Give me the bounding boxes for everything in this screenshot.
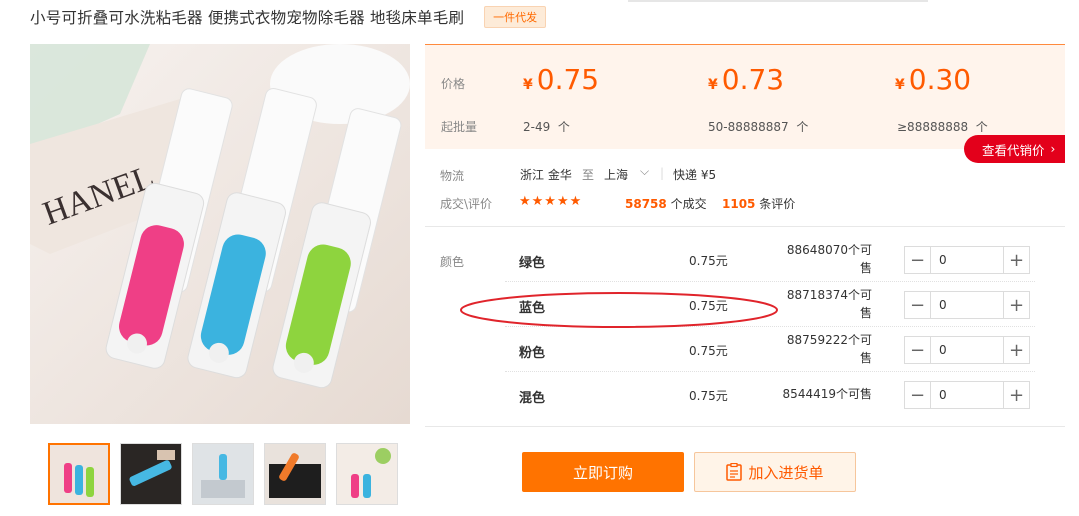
express-fee: 快递 ¥5 (673, 168, 717, 182)
main-product-image[interactable]: HANEL (30, 44, 410, 424)
currency-symbol: ¥ (708, 77, 718, 93)
product-title: 小号可折叠可水洗粘毛器 便携式衣物宠物除毛器 地毯床单毛刷 (30, 9, 465, 27)
price-tier-2: ¥0.73 (708, 63, 785, 96)
thumb-sink-icon (193, 444, 253, 504)
add-to-cart-button[interactable]: 加入进货单 (694, 452, 856, 492)
sku-price: 0.75元 (689, 254, 728, 268)
plus-icon[interactable]: + (1003, 247, 1029, 273)
divider (425, 426, 1065, 427)
price-panel: 价格 起批量 ¥0.75 ¥0.73 ¥0.30 2-49 个 50-88888… (425, 44, 1065, 149)
currency-symbol: ¥ (523, 77, 533, 93)
moq-label: 起批量 (441, 120, 478, 134)
minus-icon[interactable]: − (905, 382, 931, 408)
thumb-clothing-icon (121, 444, 181, 504)
thumb-flowers-icon (337, 444, 397, 504)
deals-label: 成交\评价 (440, 197, 493, 211)
moq-tier-3: ≥88888888 个 (897, 120, 988, 134)
sku-name: 粉色 (519, 346, 546, 361)
sku-name: 混色 (519, 391, 546, 406)
thumbnail-strip (48, 443, 398, 505)
thumbnail-4[interactable] (264, 443, 326, 505)
dropship-badge[interactable]: 一件代发 (484, 6, 547, 28)
quantity-input[interactable]: 0 (931, 292, 1003, 318)
price-label: 价格 (441, 77, 466, 91)
quantity-input[interactable]: 0 (931, 247, 1003, 273)
currency-symbol: ¥ (895, 77, 905, 93)
plus-icon[interactable]: + (1003, 337, 1029, 363)
sku-row-blue: 蓝色 0.75元 88718374个可售 − 0 + (505, 282, 1035, 327)
color-label: 颜色 (440, 255, 465, 269)
top-scrollbar[interactable] (628, 0, 928, 2)
lint-roller-illustration: HANEL (30, 44, 410, 424)
thumb-sleeve-icon (265, 444, 325, 504)
sku-stock: 88648070个可售 (786, 243, 872, 275)
clipboard-icon (726, 463, 743, 481)
logistics-label: 物流 (440, 169, 465, 183)
thumbnail-1[interactable] (48, 443, 110, 505)
sku-price: 0.75元 (689, 299, 728, 313)
minus-icon[interactable]: − (905, 337, 931, 363)
quantity-input[interactable]: 0 (931, 382, 1003, 408)
view-agent-price-button[interactable]: 查看代销价 › (964, 135, 1065, 163)
sku-stock: 88718374个可售 (786, 288, 872, 320)
plus-icon[interactable]: + (1003, 292, 1029, 318)
minus-icon[interactable]: − (905, 247, 931, 273)
rating-stars-icon: ★★★★★ (519, 194, 583, 209)
ship-to-word: 至 (582, 168, 595, 182)
quantity-stepper: − 0 + (904, 381, 1030, 409)
minus-icon[interactable]: − (905, 292, 931, 318)
plus-icon[interactable]: + (1003, 382, 1029, 408)
sku-name: 绿色 (519, 256, 546, 271)
quantity-stepper: − 0 + (904, 246, 1030, 274)
moq-tier-1: 2-49 个 (523, 120, 570, 134)
review-count[interactable]: 1105 条评价 (722, 195, 795, 212)
sku-stock: 8544419个可售 (782, 387, 872, 401)
deal-count[interactable]: 58758 个成交 (625, 195, 707, 212)
thumbnail-3[interactable] (192, 443, 254, 505)
ship-from: 浙江 金华 (520, 168, 572, 182)
chevron-down-icon[interactable]: ⌵ (640, 164, 649, 179)
chevron-right-icon: › (1050, 142, 1056, 156)
quantity-stepper: − 0 + (904, 336, 1030, 364)
thumbnail-5[interactable] (336, 443, 398, 505)
sku-row-green: 绿色 0.75元 88648070个可售 − 0 + (505, 237, 1035, 282)
moq-tier-2: 50-88888887 个 (708, 120, 809, 134)
ship-to-select[interactable]: 上海 (604, 166, 628, 183)
price-tier-3: ¥0.30 (895, 63, 972, 96)
title-row: 小号可折叠可水洗粘毛器 便携式衣物宠物除毛器 地毯床单毛刷 一件代发 (30, 6, 547, 28)
sku-name: 蓝色 (519, 301, 546, 316)
price-tier-1: ¥0.75 (523, 63, 600, 96)
sku-price: 0.75元 (689, 389, 728, 403)
thumbnail-2[interactable] (120, 443, 182, 505)
sku-row-pink: 粉色 0.75元 88759222个可售 − 0 + (505, 327, 1035, 372)
divider (425, 226, 1065, 227)
sku-row-mixed: 混色 0.75元 8544419个可售 − 0 + (505, 372, 1035, 417)
sku-price: 0.75元 (689, 344, 728, 358)
quantity-stepper: − 0 + (904, 291, 1030, 319)
quantity-input[interactable]: 0 (931, 337, 1003, 363)
thumb-rollers-icon (50, 445, 108, 503)
sku-stock: 88759222个可售 (786, 333, 872, 365)
separator: | (660, 166, 665, 180)
order-now-button[interactable]: 立即订购 (522, 452, 684, 492)
